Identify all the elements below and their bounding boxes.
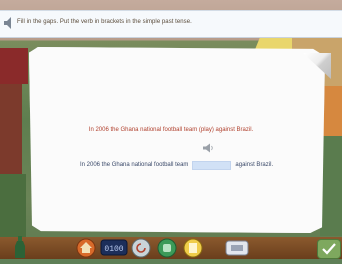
answer-prefix: In 2006 the Ghana national football team <box>80 162 189 168</box>
instructions-text: Fill in the gaps. Put the verb in bracke… <box>17 19 192 25</box>
background-shape <box>0 48 28 84</box>
check-icon <box>322 243 336 255</box>
bottle-icon <box>15 236 25 258</box>
glossary-button[interactable] <box>225 240 249 256</box>
back-button[interactable] <box>131 238 151 258</box>
exercise-paper <box>29 47 325 233</box>
sentence-speaker-icon[interactable] <box>202 143 214 153</box>
answer-key-button[interactable] <box>183 238 203 258</box>
prompt-sentence: In 2006 the Ghana national football team… <box>88 127 254 133</box>
score-counter: 0100 <box>100 239 128 256</box>
ok-button[interactable] <box>317 239 341 259</box>
answer-input[interactable] <box>192 160 232 170</box>
answer-row: In 2006 the Ghana national football team… <box>80 160 273 170</box>
home-button[interactable] <box>76 238 96 258</box>
replay-button[interactable] <box>157 238 177 258</box>
toolbar-controls: 0100 <box>76 238 249 258</box>
answer-suffix: against Brazil. <box>235 162 274 168</box>
bottom-toolbar: 0100 <box>0 237 342 259</box>
background-shape <box>0 174 26 242</box>
instructions-bar: Fill in the gaps. Put the verb in bracke… <box>0 10 342 38</box>
instruction-speaker-icon[interactable] <box>3 16 13 30</box>
score-counter-text: 0100 <box>104 245 123 254</box>
